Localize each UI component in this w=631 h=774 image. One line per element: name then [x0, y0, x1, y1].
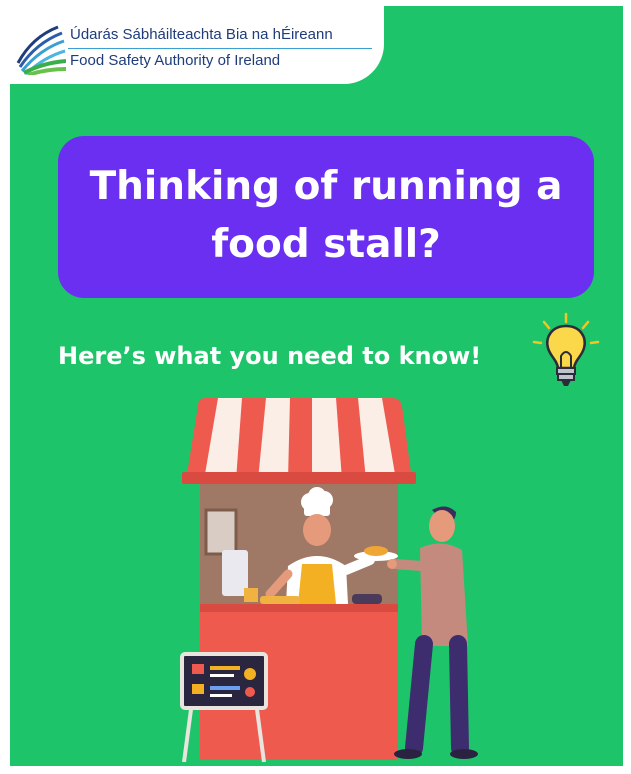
menu-board: [204, 508, 238, 556]
lightbulb-icon: [532, 312, 600, 386]
headline-box: Thinking of running a food stall?: [58, 136, 594, 298]
logo-name-irish: Údarás Sábháilteachta Bia na hÉireann: [70, 26, 333, 43]
poster: Údarás Sábháilteachta Bia na hÉireann Fo…: [10, 6, 623, 766]
customer-figure: [387, 506, 478, 759]
stall-awning: [182, 398, 416, 484]
chalkboard-sign: [180, 652, 268, 762]
logo-badge: Údarás Sábháilteachta Bia na hÉireann Fo…: [10, 6, 384, 84]
logo-name-english: Food Safety Authority of Ireland: [70, 52, 281, 69]
subheadline: Here’s what you need to know!: [58, 342, 482, 370]
fsai-wave-logo-icon: [16, 25, 66, 75]
logo-divider: [68, 48, 372, 49]
headline: Thinking of running a food stall?: [89, 164, 563, 267]
